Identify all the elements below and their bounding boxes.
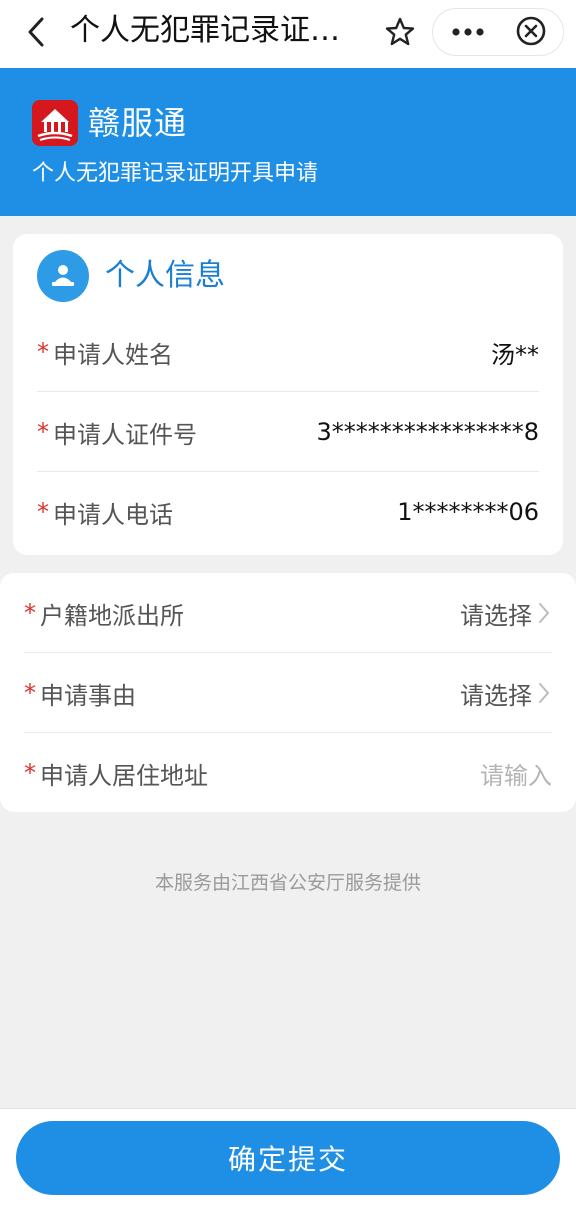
application-form-card: * 户籍地派出所 请选择 * 申请事由 请选择 * 申请人居住地址 请输入 [0,573,576,812]
submit-button[interactable]: 确定提交 [16,1121,560,1195]
applicant-name-label: 申请人姓名 [53,340,173,369]
header-banner: 赣服通 个人无犯罪记录证明开具申请 [0,68,576,216]
chevron-left-icon [28,17,44,47]
service-provider-note: 本服务由江西省公安厅服务提供 [154,872,421,894]
logo-icon [32,100,78,146]
police-station-row[interactable]: * 户籍地派出所 请选择 [24,573,552,653]
more-button[interactable] [448,12,488,52]
applicant-id-label: 申请人证件号 [53,420,197,449]
required-marker: * [37,418,49,446]
residence-address-label: 申请人居住地址 [40,761,208,790]
police-station-label: 户籍地派出所 [40,601,184,630]
close-button[interactable] [510,10,552,52]
residence-address-input[interactable]: 请输入 [480,756,552,791]
person-id-icon [37,250,89,302]
bottom-action-bar: 确定提交 [0,1108,576,1206]
applicant-phone-row: * 申请人电话 1********06 [37,472,539,552]
police-station-select[interactable]: 请选择 [460,596,552,631]
police-station-value: 请选择 [460,601,532,630]
brand-name: 赣服通 [88,104,188,142]
chevron-right-icon [538,682,552,704]
section-title-personal-info: 个人信息 [105,258,225,293]
page-title: 个人无犯罪记录证… [70,13,340,48]
service-subtitle: 个人无犯罪记录证明开具申请 [32,161,319,186]
nav-bar: 个人无犯罪记录证… [0,0,576,68]
application-reason-value: 请选择 [460,681,532,710]
application-reason-row[interactable]: * 申请事由 请选择 [24,653,552,733]
chevron-right-icon [538,602,552,624]
star-icon [385,17,415,46]
applicant-name-value: 汤** [491,340,539,369]
applicant-id-value: 3****************8 [316,418,539,446]
required-marker: * [24,759,36,787]
personal-info-card: 个人信息 * 申请人姓名 汤** * 申请人证件号 3*************… [13,234,563,555]
residence-address-row: * 申请人居住地址 请输入 [24,733,552,813]
applicant-phone-value: 1********06 [397,498,539,526]
application-reason-label: 申请事由 [40,681,136,710]
required-marker: * [24,679,36,707]
back-button[interactable] [18,14,54,50]
application-reason-select[interactable]: 请选择 [460,676,552,711]
gan-fu-tong-logo [32,100,78,146]
required-marker: * [37,498,49,526]
favorite-button[interactable] [380,12,420,52]
applicant-id-row: * 申请人证件号 3****************8 [37,392,539,472]
required-marker: * [24,599,36,627]
required-marker: * [37,338,49,366]
close-circle-icon [516,16,546,46]
more-dots-icon [452,28,484,36]
applicant-name-row: * 申请人姓名 汤** [37,312,539,392]
applicant-phone-label: 申请人电话 [53,500,173,529]
